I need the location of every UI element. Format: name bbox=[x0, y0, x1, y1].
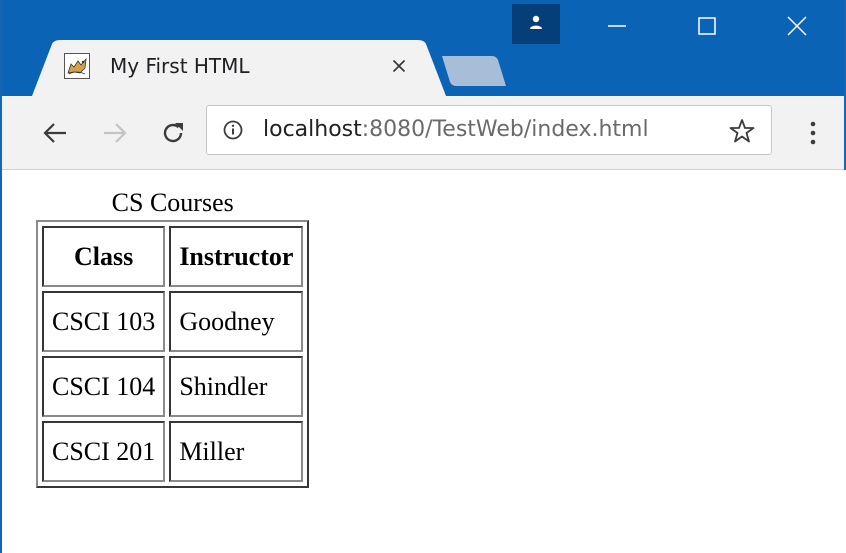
cell-instructor: Shindler bbox=[169, 356, 304, 417]
table-row: CSCI 201 Miller bbox=[42, 421, 304, 482]
courses-table: CS Courses Class Instructor CSCI 103 Goo… bbox=[36, 188, 310, 488]
new-tab-button[interactable] bbox=[442, 56, 506, 86]
table-row: CSCI 103 Goodney bbox=[42, 291, 304, 352]
url-text[interactable]: localhost:8080/TestWeb/index.html bbox=[263, 117, 649, 142]
back-button[interactable] bbox=[40, 118, 70, 148]
info-icon[interactable] bbox=[223, 120, 243, 140]
arrow-left-icon bbox=[43, 123, 66, 143]
maximize-icon bbox=[698, 17, 716, 35]
page-content: CS Courses Class Instructor CSCI 103 Goo… bbox=[4, 170, 846, 553]
reload-icon bbox=[163, 123, 183, 143]
profile-button[interactable] bbox=[512, 4, 560, 44]
tab-title: My First HTML bbox=[110, 54, 250, 78]
url-path: :8080/TestWeb/index.html bbox=[361, 117, 649, 142]
close-icon bbox=[392, 59, 406, 73]
address-bar[interactable]: localhost:8080/TestWeb/index.html bbox=[206, 105, 772, 155]
forward-button[interactable] bbox=[100, 118, 130, 148]
header-instructor: Instructor bbox=[169, 226, 304, 287]
cell-instructor: Goodney bbox=[169, 291, 304, 352]
table-caption: CS Courses bbox=[111, 188, 234, 217]
table-row: CSCI 104 Shindler bbox=[42, 356, 304, 417]
person-icon bbox=[530, 15, 542, 29]
cell-class: CSCI 103 bbox=[42, 291, 166, 352]
reload-button[interactable] bbox=[158, 118, 188, 148]
header-class: Class bbox=[42, 226, 166, 287]
table-header-row: Class Instructor bbox=[42, 226, 304, 287]
new-tab-icon bbox=[442, 56, 506, 86]
more-vertical-icon bbox=[810, 121, 816, 145]
minimize-button[interactable] bbox=[587, 4, 647, 48]
browser-toolbar: localhost:8080/TestWeb/index.html bbox=[2, 96, 844, 170]
title-bar: My First HTML bbox=[2, 0, 844, 96]
browser-menu-button[interactable] bbox=[798, 116, 828, 150]
url-host: localhost bbox=[263, 117, 362, 142]
close-icon bbox=[787, 16, 807, 36]
tab-my-first-html[interactable]: My First HTML bbox=[32, 40, 452, 96]
tomcat-favicon-icon bbox=[64, 53, 90, 79]
maximize-button[interactable] bbox=[677, 4, 737, 48]
cell-instructor: Miller bbox=[169, 421, 304, 482]
cell-class: CSCI 201 bbox=[42, 421, 166, 482]
browser-window: My First HTML localhost:8080/TestWeb/ind… bbox=[0, 0, 846, 553]
tab-close-button[interactable] bbox=[387, 54, 411, 78]
minimize-icon bbox=[608, 25, 626, 27]
cell-class: CSCI 104 bbox=[42, 356, 166, 417]
close-window-button[interactable] bbox=[767, 4, 827, 48]
star-icon bbox=[729, 119, 755, 143]
bookmark-button[interactable] bbox=[727, 116, 757, 146]
arrow-right-icon bbox=[104, 123, 127, 143]
